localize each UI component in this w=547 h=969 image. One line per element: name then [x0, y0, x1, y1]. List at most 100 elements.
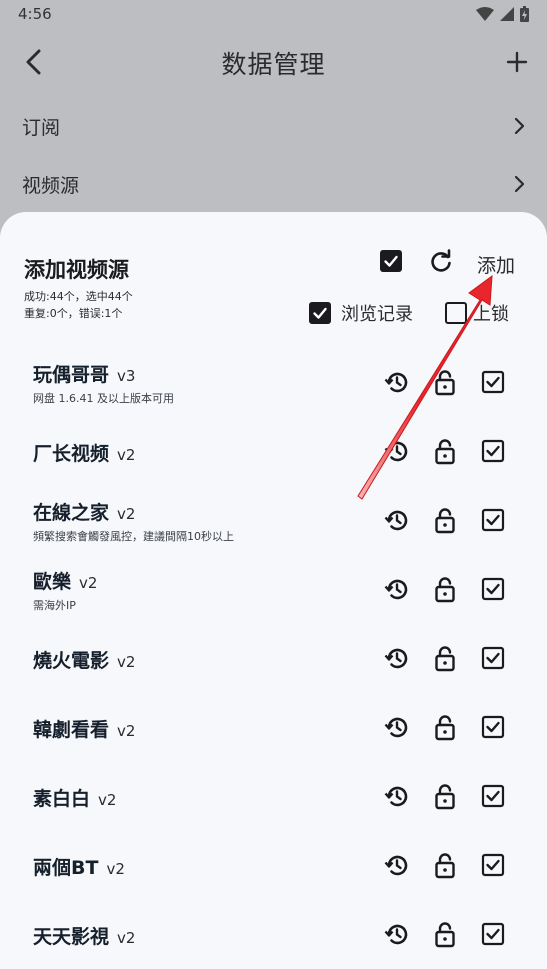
- select-checkbox[interactable]: [481, 922, 505, 946]
- source-row[interactable]: 歐樂 v2 需海外IP: [0, 555, 547, 624]
- source-row[interactable]: 素白白 v2: [0, 762, 547, 831]
- source-row[interactable]: 天天影視 v2: [0, 900, 547, 969]
- source-name: 兩個BT v2: [33, 853, 125, 880]
- select-all-checkbox[interactable]: [380, 250, 402, 272]
- page-title: 数据管理: [221, 50, 326, 79]
- source-note: 需海外IP: [33, 599, 76, 612]
- source-name-text: 素白白: [33, 788, 91, 810]
- source-name-text: 天天影視: [33, 926, 110, 948]
- history-label: 浏览记录: [341, 304, 413, 325]
- source-row[interactable]: 在線之家 v2 頻繁搜索會觸發風控，建議間隔10秒以上: [0, 486, 547, 555]
- checkmark-icon: [313, 307, 327, 319]
- status-time: 4:56: [18, 5, 52, 23]
- select-checkbox[interactable]: [481, 577, 505, 601]
- source-name-text: 燒火電影: [33, 650, 110, 672]
- wifi-icon: [476, 7, 494, 21]
- unlock-icon[interactable]: [431, 644, 459, 672]
- source-row[interactable]: 玩偶哥哥 v3 网盘 1.6.41 及以上版本可用: [0, 348, 547, 417]
- status-icons: [476, 6, 529, 22]
- back-button[interactable]: [18, 46, 50, 78]
- menu-item-label: 视频源: [22, 174, 80, 197]
- stats-success: 成功:44个，选中44个: [24, 290, 133, 303]
- signal-icon: [500, 7, 514, 21]
- unlock-icon[interactable]: [431, 506, 459, 534]
- source-name: 在線之家 v2: [33, 498, 135, 525]
- history-icon[interactable]: [382, 782, 410, 810]
- chevron-right-icon: [514, 175, 525, 193]
- select-checkbox[interactable]: [481, 715, 505, 739]
- source-name-text: 韓劇看看: [33, 719, 110, 741]
- select-checkbox[interactable]: [481, 439, 505, 463]
- option-lock[interactable]: 上锁: [445, 300, 509, 326]
- checkmark-icon: [384, 255, 398, 267]
- history-icon[interactable]: [382, 575, 410, 603]
- source-version: v2: [79, 574, 98, 592]
- source-row[interactable]: 韓劇看看 v2: [0, 693, 547, 762]
- sheet-title: 添加视频源: [24, 258, 129, 282]
- source-version: v2: [117, 505, 136, 523]
- source-list: 玩偶哥哥 v3 网盘 1.6.41 及以上版本可用厂长视频 v2 在線之家 v2 頻繁搜索會…: [0, 348, 547, 969]
- unlock-icon[interactable]: [431, 368, 459, 396]
- lock-checkbox[interactable]: [445, 302, 467, 324]
- add-source-sheet: 添加视频源 成功:44个，选中44个 重复:0个，错误:1个 添加 浏览记录 上…: [0, 212, 547, 969]
- unlock-icon[interactable]: [431, 437, 459, 465]
- unlock-icon[interactable]: [431, 713, 459, 741]
- status-bar: 4:56: [0, 0, 547, 28]
- source-row[interactable]: 厂长视频 v2: [0, 417, 547, 486]
- source-name: 歐樂 v2: [33, 567, 97, 594]
- app-bar: 数据管理: [0, 28, 547, 98]
- select-checkbox[interactable]: [481, 784, 505, 808]
- history-checkbox[interactable]: [309, 302, 331, 324]
- source-version: v2: [117, 722, 136, 740]
- select-checkbox[interactable]: [481, 646, 505, 670]
- select-checkbox[interactable]: [481, 853, 505, 877]
- sheet-stats: 成功:44个，选中44个 重复:0个，错误:1个: [24, 288, 133, 322]
- history-icon[interactable]: [382, 644, 410, 672]
- add-button[interactable]: [501, 46, 533, 78]
- source-version: v2: [98, 791, 117, 809]
- history-icon[interactable]: [382, 713, 410, 741]
- source-name: 天天影視 v2: [33, 922, 135, 949]
- source-version: v2: [106, 860, 125, 878]
- source-name: 燒火電影 v2: [33, 646, 135, 673]
- source-version: v2: [117, 653, 136, 671]
- source-version: v2: [117, 446, 136, 464]
- unlock-icon[interactable]: [431, 851, 459, 879]
- menu-item-video-source[interactable]: 视频源: [0, 155, 547, 213]
- source-name-text: 兩個BT: [33, 857, 99, 879]
- history-icon[interactable]: [382, 920, 410, 948]
- source-note: 网盘 1.6.41 及以上版本可用: [33, 392, 174, 405]
- source-name: 素白白 v2: [33, 784, 116, 811]
- stats-errors: 重复:0个，错误:1个: [24, 307, 123, 320]
- select-checkbox[interactable]: [481, 370, 505, 394]
- add-confirm-button[interactable]: 添加: [477, 251, 515, 278]
- unlock-icon[interactable]: [431, 782, 459, 810]
- source-row[interactable]: 燒火電影 v2: [0, 624, 547, 693]
- option-history[interactable]: 浏览记录: [309, 300, 413, 326]
- history-icon[interactable]: [382, 851, 410, 879]
- source-note: 頻繁搜索會觸發風控，建議間隔10秒以上: [33, 530, 234, 543]
- source-name-text: 在線之家: [33, 502, 110, 524]
- source-name-text: 厂长视频: [33, 443, 110, 465]
- chevron-right-icon: [514, 117, 525, 135]
- source-row[interactable]: 兩個BT v2: [0, 831, 547, 900]
- unlock-icon[interactable]: [431, 575, 459, 603]
- history-icon[interactable]: [382, 368, 410, 396]
- source-name: 厂长视频 v2: [33, 439, 135, 466]
- source-name: 玩偶哥哥 v3: [33, 360, 135, 387]
- menu-item-label: 订阅: [22, 116, 61, 139]
- battery-icon: [520, 6, 529, 22]
- source-name: 韓劇看看 v2: [33, 715, 135, 742]
- select-checkbox[interactable]: [481, 508, 505, 532]
- source-name-text: 玩偶哥哥: [33, 364, 110, 386]
- unlock-icon[interactable]: [431, 920, 459, 948]
- history-icon[interactable]: [382, 437, 410, 465]
- refresh-icon[interactable]: [428, 249, 454, 275]
- source-name-text: 歐樂: [33, 571, 72, 593]
- source-version: v3: [117, 367, 136, 385]
- history-icon[interactable]: [382, 506, 410, 534]
- lock-label: 上锁: [473, 304, 509, 325]
- back-arrow-icon: [26, 49, 41, 75]
- menu-item-subscription[interactable]: 订阅: [0, 97, 547, 155]
- plus-icon: [506, 51, 528, 73]
